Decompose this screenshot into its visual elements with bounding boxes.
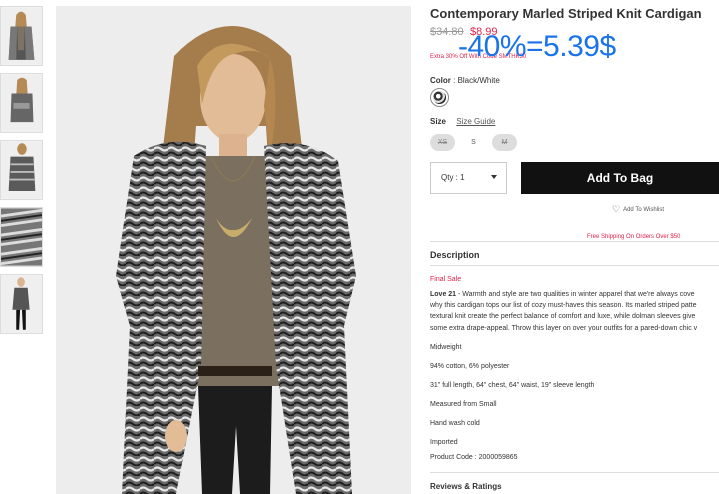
description-text: Love 21 - Warmth and style are two quali… <box>430 289 719 334</box>
divider <box>430 265 719 266</box>
thumbnail-4[interactable] <box>0 207 43 267</box>
product-code: Product Code : 2000059865 <box>430 454 518 461</box>
color-row: Color : Black/White <box>430 76 500 85</box>
description-line: Love 21 - Warmth and style are two quali… <box>430 291 695 298</box>
thumbnail-strip <box>0 6 44 341</box>
spec-item: 31" full length, 64" chest, 64" waist, 1… <box>430 382 595 389</box>
thumbnail-3[interactable] <box>0 140 43 200</box>
spec-item: 94% cotton, 6% polyester <box>430 363 510 370</box>
chevron-down-icon <box>491 175 497 179</box>
free-shipping-notice: Free Shipping On Orders Over $50 <box>587 234 681 240</box>
product-title: Contemporary Marled Striped Knit Cardiga… <box>430 6 702 21</box>
product-info-panel: Contemporary Marled Striped Knit Cardiga… <box>430 0 719 494</box>
description-line: textural knit create the perfect balance… <box>430 313 696 321</box>
add-to-bag-button[interactable]: Add To Bag <box>521 162 719 194</box>
wishlist-label: Add To Wishlist <box>623 207 664 213</box>
reviews-heading[interactable]: Reviews & Ratings <box>430 482 502 491</box>
final-sale-label: Final Sale <box>430 276 462 283</box>
spec-item: Imported <box>430 439 458 446</box>
description-line: why this cardigan tops our list of cozy … <box>430 302 697 310</box>
thumbnail-5[interactable] <box>0 274 43 334</box>
thumbnail-2[interactable] <box>0 73 43 133</box>
discount-overlay: -40%=5.39$ <box>458 30 616 63</box>
size-option-xs[interactable]: XS <box>430 134 455 151</box>
description-line: some extra drape-appeal. Throw this laye… <box>430 324 698 332</box>
add-to-wishlist-link[interactable]: ♡ Add To Wishlist <box>612 204 664 215</box>
description-brand: Love 21 <box>430 291 457 298</box>
divider <box>430 241 719 242</box>
spec-item: Measured from Small <box>430 401 497 408</box>
size-guide-link[interactable]: Size Guide <box>456 117 495 126</box>
color-value: Black/White <box>457 76 500 85</box>
swatch-fill <box>433 91 446 104</box>
description-heading: Description <box>430 250 480 260</box>
size-label: Size <box>430 117 447 126</box>
thumbnail-1[interactable] <box>0 6 43 66</box>
size-row: Size Size Guide <box>430 117 495 126</box>
quantity-label: Qty : 1 <box>441 173 465 182</box>
size-options: XS S M <box>430 131 523 151</box>
quantity-select[interactable]: Qty : 1 <box>430 162 507 194</box>
spec-item: Midweight <box>430 344 462 351</box>
spec-item: Hand wash cold <box>430 420 480 427</box>
main-product-image[interactable] <box>56 6 411 494</box>
color-label: Color <box>430 76 451 85</box>
heart-icon: ♡ <box>612 204 621 214</box>
color-swatch[interactable] <box>430 88 449 107</box>
divider <box>430 472 719 473</box>
size-option-s[interactable]: S <box>461 134 486 151</box>
size-option-m[interactable]: M <box>492 134 517 151</box>
